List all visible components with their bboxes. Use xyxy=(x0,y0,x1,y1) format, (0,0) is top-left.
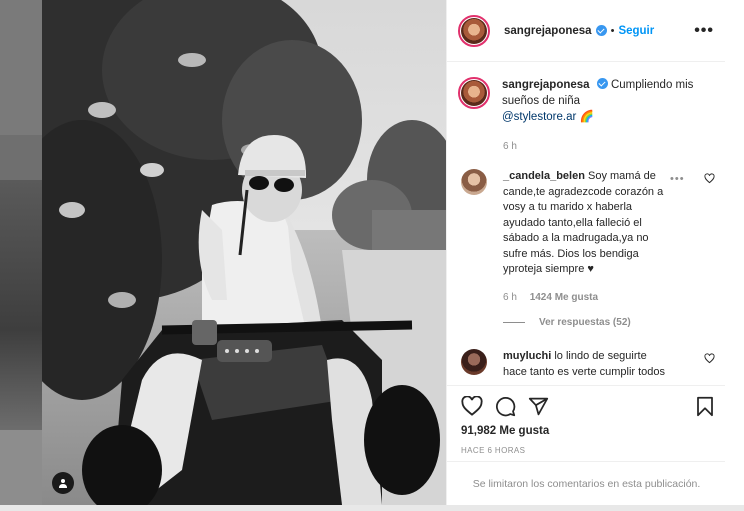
caption-avatar[interactable] xyxy=(458,77,490,109)
backdrop-panel xyxy=(0,430,42,511)
backdrop-image xyxy=(0,180,42,430)
view-replies-button[interactable]: Ver respuestas (52) xyxy=(503,317,631,328)
panel-edge xyxy=(725,0,744,511)
commenter-username[interactable]: _candela_belen xyxy=(503,170,585,182)
user-tag-button[interactable] xyxy=(52,472,74,494)
comment-time: 6 h xyxy=(503,291,517,303)
author-username[interactable]: sangrejaponesa xyxy=(504,25,592,37)
caption-text: sangrejaponesa Cumpliendo mis sueños de … xyxy=(502,77,702,125)
caption-mention[interactable]: @stylestore.ar xyxy=(502,111,576,123)
comment-body: _candela_belen Soy mamá de cande,te agra… xyxy=(503,169,671,305)
comment-item: muyluchi lo lindo de seguirte hace tanto… xyxy=(458,349,720,380)
caption-time: 6 h xyxy=(503,141,517,152)
comment-body: muyluchi lo lindo de seguirte hace tanto… xyxy=(503,349,671,380)
comment-options-icon[interactable]: ••• xyxy=(670,173,685,185)
bookmark-icon[interactable] xyxy=(696,396,714,417)
comment-heart-icon[interactable] xyxy=(704,353,715,364)
heart-icon[interactable] xyxy=(461,396,483,416)
comment-likes[interactable]: 1424 Me gusta xyxy=(530,292,598,303)
comment-heart-icon[interactable] xyxy=(704,173,715,184)
follow-button[interactable]: Seguir xyxy=(618,25,654,37)
backdrop-panel xyxy=(0,0,42,135)
post-timestamp[interactable]: HACE 6 HORAS xyxy=(461,446,525,455)
comment-text: Soy mamá de cande,te agradezcode corazón… xyxy=(503,170,664,275)
likes-count[interactable]: 91,982 Me gusta xyxy=(461,425,549,437)
bottom-strip xyxy=(0,505,744,511)
commenter-avatar[interactable] xyxy=(461,349,487,375)
post-photo[interactable] xyxy=(42,0,446,505)
more-options-icon[interactable]: ••• xyxy=(694,22,714,40)
comments-limited-notice: Se limitaron los comentarios en esta pub… xyxy=(447,461,726,505)
share-icon[interactable] xyxy=(528,396,549,417)
post-actions: 91,982 Me gusta HACE 6 HORAS xyxy=(447,385,726,461)
comments-list[interactable]: sangrejaponesa Cumpliendo mis sueños de … xyxy=(447,63,726,385)
comment-icon[interactable] xyxy=(495,396,516,417)
separator-dot: • xyxy=(610,24,615,37)
post-header: sangrejaponesa • Seguir ••• xyxy=(447,0,726,62)
rainbow-emoji: 🌈 xyxy=(579,111,594,123)
author-avatar[interactable] xyxy=(458,14,490,47)
post-side-panel: sangrejaponesa • Seguir ••• sangrejapone… xyxy=(446,0,726,505)
caption-username[interactable]: sangrejaponesa xyxy=(502,79,590,91)
user-tag-icon xyxy=(59,479,67,488)
replies-divider xyxy=(503,322,525,323)
view-replies-label: Ver respuestas (52) xyxy=(539,317,631,328)
action-icons xyxy=(461,396,549,417)
verified-icon xyxy=(595,25,607,36)
commenter-username[interactable]: muyluchi xyxy=(503,350,551,362)
commenter-avatar[interactable] xyxy=(461,169,487,195)
post-photo-image xyxy=(42,0,446,505)
comment-item: _candela_belen Soy mamá de cande,te agra… xyxy=(458,169,720,305)
page-backdrop xyxy=(0,0,42,511)
verified-icon xyxy=(596,78,608,89)
comment-meta: 6 h 1424 Me gusta xyxy=(503,290,671,306)
post-caption: sangrejaponesa Cumpliendo mis sueños de … xyxy=(458,77,718,125)
